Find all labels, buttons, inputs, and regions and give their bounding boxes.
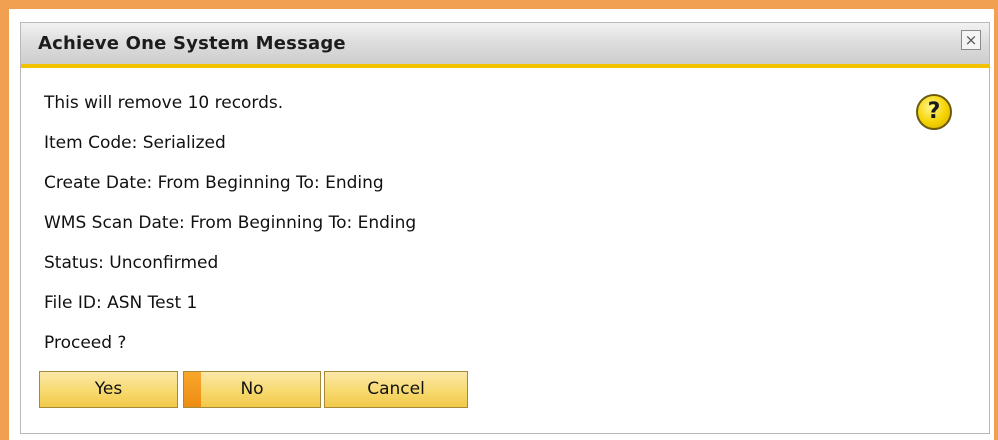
yes-button[interactable]: Yes xyxy=(39,371,178,408)
message-line-wms-scan-date: WMS Scan Date: From Beginning To: Ending xyxy=(44,213,417,233)
cancel-button-label: Cancel xyxy=(367,379,425,399)
close-button[interactable]: × xyxy=(961,30,981,50)
cancel-button[interactable]: Cancel xyxy=(324,371,468,408)
message-line-item-code: Item Code: Serialized xyxy=(44,133,226,153)
message-line-proceed: Proceed ? xyxy=(44,333,127,353)
message-line-create-date: Create Date: From Beginning To: Ending xyxy=(44,173,384,193)
focus-indicator xyxy=(184,372,201,407)
message-line-status: Status: Unconfirmed xyxy=(44,253,219,273)
dialog-title: Achieve One System Message xyxy=(38,33,346,54)
question-icon: ? xyxy=(916,94,952,130)
dialog-titlebar[interactable]: Achieve One System Message × xyxy=(21,23,989,68)
message-line-file-id: File ID: ASN Test 1 xyxy=(44,293,198,313)
close-icon: × xyxy=(964,31,978,49)
yes-button-label: Yes xyxy=(94,379,123,399)
system-message-dialog: Achieve One System Message × This will r… xyxy=(20,22,990,434)
message-line-records: This will remove 10 records. xyxy=(44,93,284,113)
no-button-label: No xyxy=(240,379,264,399)
no-button[interactable]: No xyxy=(183,371,321,408)
